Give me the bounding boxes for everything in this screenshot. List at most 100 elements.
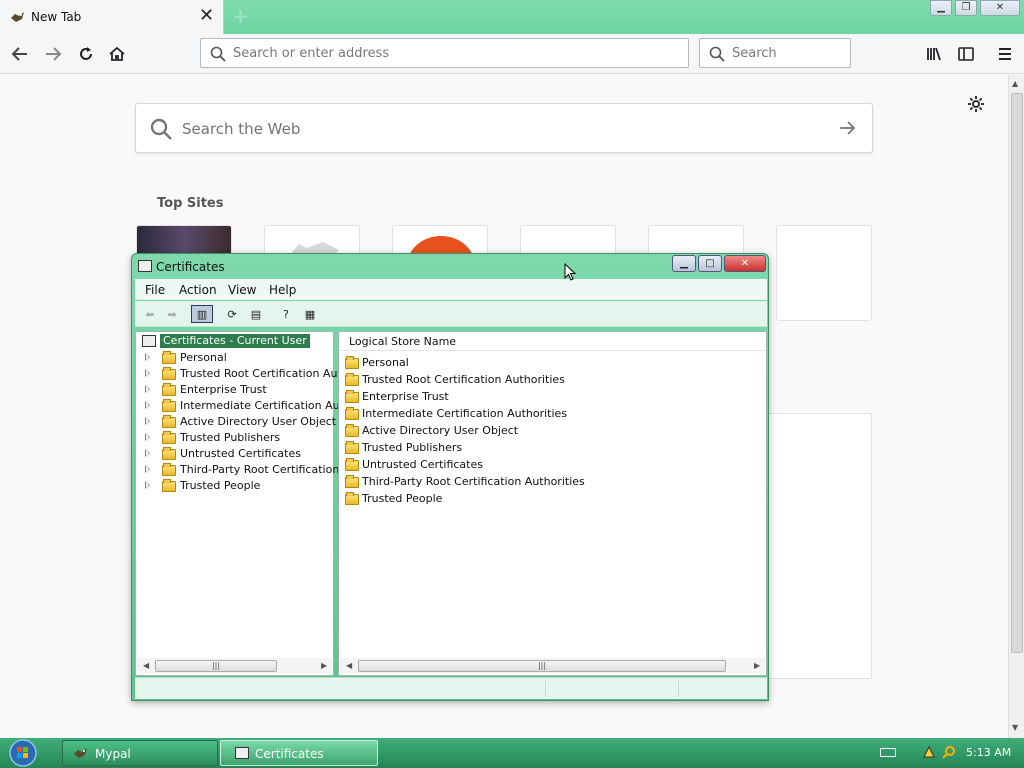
page-scrollbar[interactable]: ▲ ▼ xyxy=(1008,75,1024,738)
expand-arrow-icon[interactable] xyxy=(145,433,150,441)
reload-icon[interactable] xyxy=(74,42,98,66)
tree-item[interactable]: Trusted Publishers xyxy=(136,430,333,446)
show-hide-console-tree-icon[interactable]: ▥ xyxy=(191,305,213,323)
expand-arrow-icon[interactable] xyxy=(145,417,150,425)
top-site-tile[interactable] xyxy=(776,225,872,321)
list-item[interactable]: Personal xyxy=(339,355,766,372)
tree-item[interactable]: Enterprise Trust xyxy=(136,382,333,398)
tree-root[interactable]: Certificates - Current User xyxy=(160,334,310,348)
list-item[interactable]: Untrusted Certificates xyxy=(339,457,766,474)
search-bar[interactable]: Search xyxy=(699,38,851,68)
minimize-button[interactable]: ▁ xyxy=(930,0,952,16)
sidebar-icon[interactable] xyxy=(954,42,978,66)
maximize-button[interactable]: □ xyxy=(698,255,722,272)
back-arrow-icon[interactable] xyxy=(8,42,32,66)
expand-arrow-icon[interactable] xyxy=(145,353,150,361)
tree-item[interactable]: Personal xyxy=(136,350,333,366)
hamburger-menu-icon[interactable] xyxy=(993,42,1017,66)
expand-arrow-icon[interactable] xyxy=(145,369,150,377)
list-item[interactable]: Third-Party Root Certification Authoriti… xyxy=(339,474,766,491)
list-item[interactable]: Active Directory User Object xyxy=(339,423,766,440)
scroll-up-icon[interactable]: ▲ xyxy=(1012,79,1018,88)
tab-title: New Tab xyxy=(31,10,82,24)
tree-item-label: Untrusted Certificates xyxy=(180,447,301,460)
list-item[interactable]: Trusted Root Certification Authorities xyxy=(339,372,766,389)
keyboard-icon[interactable] xyxy=(880,748,896,757)
refresh-icon[interactable]: ⟳ xyxy=(223,306,241,322)
settings-gear-icon[interactable] xyxy=(967,95,985,116)
close-tab-icon[interactable]: ✕ xyxy=(199,7,214,25)
tree-item[interactable]: Intermediate Certification Aut xyxy=(136,398,344,414)
close-button[interactable]: ✕ xyxy=(724,255,766,272)
folder-icon xyxy=(345,356,359,369)
search-go-arrow-icon[interactable] xyxy=(838,120,856,136)
list-item[interactable]: Intermediate Certification Authorities xyxy=(339,406,766,423)
search-placeholder: Search xyxy=(732,46,777,61)
start-button[interactable] xyxy=(8,738,42,768)
column-header[interactable]: Logical Store Name xyxy=(339,332,766,351)
taskbar-item-mypal[interactable]: Mypal xyxy=(62,740,218,766)
expand-arrow-icon[interactable] xyxy=(145,481,150,489)
mypal-icon xyxy=(74,748,87,758)
scroll-down-icon[interactable]: ▼ xyxy=(1012,723,1018,732)
menu-view[interactable]: View xyxy=(228,283,256,297)
restore-button[interactable]: ❐ xyxy=(955,0,977,16)
details-horizontal-scrollbar[interactable]: ◀ ||| ▶ xyxy=(340,658,765,674)
export-list-icon[interactable]: ▤ xyxy=(247,306,265,322)
details-pane[interactable]: Logical Store Name Personal Trusted Root… xyxy=(338,331,767,676)
back-icon[interactable]: ⬅ xyxy=(141,306,159,322)
menu-action[interactable]: Action xyxy=(179,283,217,297)
web-search-placeholder: Search the Web xyxy=(182,120,301,138)
show-action-pane-icon[interactable]: ▦ xyxy=(301,306,319,322)
scrollbar-thumb[interactable] xyxy=(1011,93,1023,653)
scroll-right-icon[interactable]: ▶ xyxy=(754,661,760,670)
home-icon[interactable] xyxy=(105,42,129,66)
taskbar-item-certificates[interactable]: Certificates xyxy=(220,740,378,766)
scroll-right-icon[interactable]: ▶ xyxy=(321,661,327,670)
list-item-label: Intermediate Certification Authorities xyxy=(362,407,568,420)
close-window-button[interactable]: ✕ xyxy=(980,0,1020,16)
mouse-cursor-icon xyxy=(564,263,576,281)
scroll-left-icon[interactable]: ◀ xyxy=(346,661,352,670)
tree-item[interactable]: Active Directory User Object xyxy=(136,414,337,430)
expand-arrow-icon[interactable] xyxy=(145,449,150,457)
tree-item[interactable]: Third-Party Root Certification xyxy=(136,462,339,478)
expand-arrow-icon[interactable] xyxy=(145,465,150,473)
folder-icon xyxy=(162,351,176,364)
search-tray-icon[interactable] xyxy=(942,745,956,759)
expand-arrow-icon[interactable] xyxy=(145,385,150,393)
menu-file[interactable]: File xyxy=(145,283,165,297)
certificates-window[interactable]: Certificates ▁ □ ✕ File Action View Help… xyxy=(131,253,769,701)
library-icon[interactable] xyxy=(922,42,946,66)
folder-icon xyxy=(162,399,176,412)
forward-icon[interactable]: ➡ xyxy=(163,306,181,322)
address-bar[interactable]: Search or enter address xyxy=(200,38,689,68)
forward-arrow-icon[interactable] xyxy=(41,42,65,66)
list-item[interactable]: Enterprise Trust xyxy=(339,389,766,406)
scrollbar-thumb[interactable]: ||| xyxy=(358,660,726,672)
tree-horizontal-scrollbar[interactable]: ◀ ||| ▶ xyxy=(137,658,332,674)
tab-new-tab[interactable]: New Tab ✕ xyxy=(0,0,224,34)
list-item[interactable]: Trusted Publishers xyxy=(339,440,766,457)
folder-icon xyxy=(345,458,359,471)
minimize-button[interactable]: ▁ xyxy=(672,255,696,272)
scroll-left-icon[interactable]: ◀ xyxy=(143,661,149,670)
web-search-box[interactable]: Search the Web xyxy=(135,103,873,153)
tree-item-label: Active Directory User Object xyxy=(180,415,337,428)
search-icon xyxy=(150,118,172,140)
scrollbar-thumb[interactable]: ||| xyxy=(155,660,277,672)
expand-arrow-icon[interactable] xyxy=(145,401,150,409)
taskbar-item-label: Certificates xyxy=(255,747,324,761)
list-item-label: Trusted Root Certification Authorities xyxy=(362,373,565,386)
menu-help[interactable]: Help xyxy=(269,283,296,297)
folder-icon xyxy=(345,441,359,454)
tree-item[interactable]: Trusted Root Certification Aut xyxy=(136,366,342,382)
help-icon[interactable]: ? xyxy=(277,306,295,322)
tree-item[interactable]: Untrusted Certificates xyxy=(136,446,333,462)
console-tree[interactable]: Certificates - Current User Personal Tru… xyxy=(135,331,344,676)
list-item[interactable]: Trusted People xyxy=(339,491,766,508)
new-tab-plus-icon[interactable]: + xyxy=(232,4,249,28)
mypal-icon xyxy=(11,12,24,22)
tree-item[interactable]: Trusted People xyxy=(136,478,333,494)
network-icon[interactable] xyxy=(922,745,936,759)
